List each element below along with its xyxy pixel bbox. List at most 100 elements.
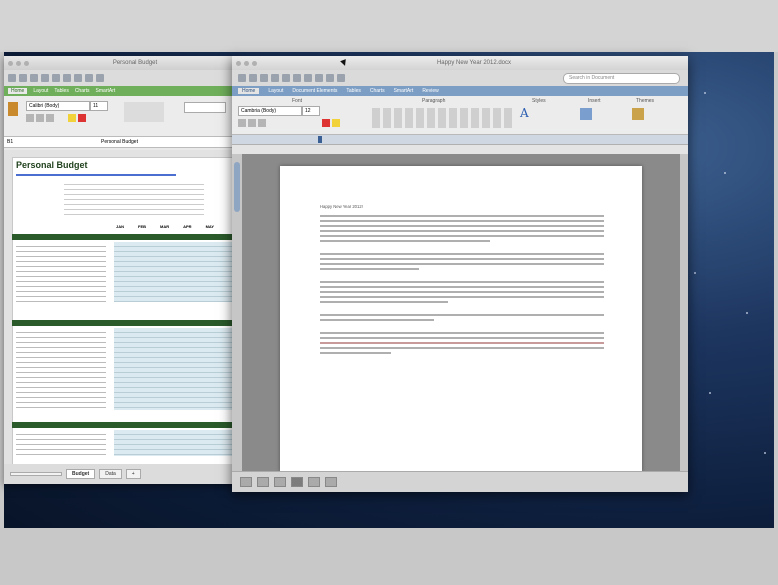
italic-icon[interactable]	[36, 114, 44, 122]
tab-tables[interactable]: Tables	[346, 88, 360, 94]
themes-icon[interactable]	[632, 108, 644, 120]
zoom-button[interactable]	[24, 60, 29, 66]
zoom-icon[interactable]	[337, 74, 345, 82]
group-font-label: Font	[292, 98, 303, 104]
outline-view-button[interactable]	[257, 477, 269, 487]
paste-button-icon[interactable]	[8, 102, 18, 116]
focus-view-button[interactable]	[325, 477, 337, 487]
excel-font-size[interactable]: 11	[90, 101, 108, 111]
save-icon[interactable]	[260, 74, 268, 82]
indent-marker[interactable]	[318, 136, 322, 143]
section-header	[12, 320, 238, 326]
minimize-button[interactable]	[244, 60, 249, 66]
font-color-icon[interactable]	[78, 114, 86, 122]
draft-view-button[interactable]	[240, 477, 252, 487]
word-ribbon-tabs: Home Layout Document Elements Tables Cha…	[232, 86, 688, 96]
close-button[interactable]	[8, 60, 13, 66]
number-format-select[interactable]	[184, 102, 226, 113]
excel-tab-charts[interactable]: Charts	[75, 88, 90, 94]
sheet-tab-budget[interactable]: Budget	[66, 469, 96, 479]
scroll-thumb[interactable]	[234, 162, 240, 212]
alignment-group[interactable]	[124, 102, 164, 122]
close-button[interactable]	[236, 60, 241, 66]
sheet-nav[interactable]	[10, 472, 62, 476]
doc-heading: Happy New Year 2012!	[320, 204, 363, 209]
italic-icon[interactable]	[248, 119, 256, 127]
screen-top-band	[0, 0, 778, 52]
underline-icon[interactable]	[46, 114, 54, 122]
tab-smartart[interactable]: SmartArt	[394, 88, 414, 94]
excel-ribbon-tabs: Home Layout Tables Charts SmartArt	[4, 86, 238, 96]
publishing-view-button[interactable]	[274, 477, 286, 487]
styles-icon[interactable]: A	[520, 106, 534, 122]
text-box-icon[interactable]	[580, 108, 592, 120]
print-layout-view-button[interactable]	[291, 477, 303, 487]
section-header	[12, 234, 238, 240]
fill-color-icon[interactable]	[68, 114, 76, 122]
group-insert-label: Insert	[588, 98, 601, 104]
new-icon[interactable]	[8, 74, 16, 82]
paste-icon[interactable]	[304, 74, 312, 82]
excel-font-name[interactable]: Calibri (Body)	[26, 101, 90, 111]
add-sheet-button[interactable]: +	[125, 469, 141, 479]
excel-tab-smartart[interactable]: SmartArt	[96, 88, 116, 94]
cut-icon[interactable]	[52, 74, 60, 82]
expense-cells[interactable]	[114, 328, 234, 410]
undo-icon[interactable]	[85, 74, 93, 82]
document-body[interactable]: Happy New Year 2012!	[320, 204, 604, 357]
zoom-button[interactable]	[252, 60, 257, 66]
paragraph-controls[interactable]	[372, 108, 512, 128]
tab-charts[interactable]: Charts	[370, 88, 385, 94]
formula-input[interactable]: Personal Budget	[101, 139, 138, 145]
word-window[interactable]: Happy New Year 2012.docx Search in Docum…	[232, 56, 688, 492]
highlight-icon[interactable]	[332, 119, 340, 127]
redo-icon[interactable]	[326, 74, 334, 82]
excel-tab-tables[interactable]: Tables	[54, 88, 68, 94]
search-input[interactable]: Search in Document	[563, 72, 680, 84]
more-cells[interactable]	[114, 430, 234, 456]
tab-review[interactable]: Review	[422, 88, 438, 94]
tab-home[interactable]: Home	[238, 88, 260, 94]
notebook-view-button[interactable]	[308, 477, 320, 487]
excel-tab-home[interactable]: Home	[8, 88, 28, 94]
copy-icon[interactable]	[63, 74, 71, 82]
open-icon[interactable]	[249, 74, 257, 82]
income-cells[interactable]	[114, 242, 234, 302]
status-bar	[232, 471, 688, 492]
sheet-tab-data[interactable]: Data	[99, 469, 122, 479]
name-box[interactable]: B1	[7, 139, 37, 145]
paragraph-3	[320, 280, 604, 303]
excel-title-bar[interactable]: Personal Budget	[4, 56, 238, 70]
copy-icon[interactable]	[293, 74, 301, 82]
new-icon[interactable]	[238, 74, 246, 82]
bold-icon[interactable]	[238, 119, 246, 127]
excel-window[interactable]: Personal Budget Home Layout Tables Chart…	[4, 56, 238, 484]
left-scrollbar[interactable]	[232, 154, 242, 472]
undo-icon[interactable]	[315, 74, 323, 82]
screen-bottom-band	[0, 528, 778, 585]
word-title-bar[interactable]: Happy New Year 2012.docx	[232, 56, 688, 70]
cut-icon[interactable]	[282, 74, 290, 82]
right-scrollbar[interactable]	[680, 154, 688, 472]
tab-layout[interactable]: Layout	[268, 88, 283, 94]
paste-icon[interactable]	[74, 74, 82, 82]
sum-icon[interactable]	[96, 74, 104, 82]
excel-tab-layout[interactable]: Layout	[33, 88, 48, 94]
font-color-icon[interactable]	[322, 119, 330, 127]
word-font-name[interactable]: Cambria (Body)	[238, 106, 302, 116]
print-icon[interactable]	[271, 74, 279, 82]
minimize-button[interactable]	[16, 60, 21, 66]
tab-document-elements[interactable]: Document Elements	[292, 88, 337, 94]
paragraph-2	[320, 252, 604, 270]
bold-icon[interactable]	[26, 114, 34, 122]
word-font-size[interactable]: 12	[302, 106, 320, 116]
income-labels	[16, 242, 106, 302]
month-jan: JAN	[116, 224, 125, 229]
ruler[interactable]	[232, 135, 688, 145]
open-icon[interactable]	[19, 74, 27, 82]
print-icon[interactable]	[41, 74, 49, 82]
document-page[interactable]: Happy New Year 2012!	[280, 166, 642, 472]
spreadsheet-grid[interactable]: Personal Budget JAN FEB MAR APR MAY	[4, 150, 238, 464]
save-icon[interactable]	[30, 74, 38, 82]
underline-icon[interactable]	[258, 119, 266, 127]
